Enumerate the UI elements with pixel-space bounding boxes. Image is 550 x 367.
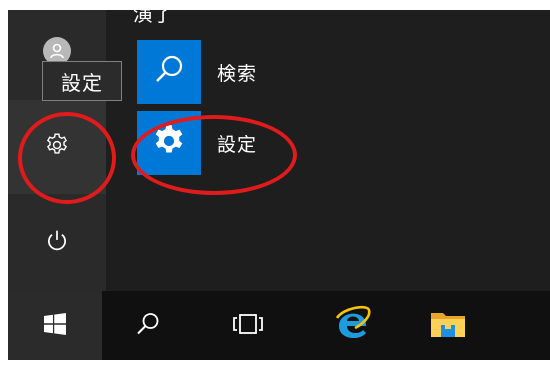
- power-icon: [44, 228, 70, 258]
- task-view-icon: [231, 312, 265, 340]
- search-tile: [137, 40, 201, 104]
- internet-explorer-button[interactable]: [323, 291, 383, 360]
- search-icon: [151, 52, 187, 92]
- app-label-settings: 設定: [217, 133, 258, 156]
- start-menu: 演了 設定 検索 設定: [8, 10, 550, 291]
- app-label-search: 検索: [217, 62, 258, 85]
- settings-rail-button[interactable]: [8, 100, 106, 194]
- start-menu-left-rail: [8, 10, 106, 291]
- gear-icon: [150, 122, 188, 164]
- file-explorer-button[interactable]: [418, 291, 478, 360]
- task-view-button[interactable]: [216, 291, 280, 360]
- gear-icon: [44, 132, 70, 162]
- windows-logo-icon: [44, 312, 66, 339]
- settings-tooltip: 設定: [42, 61, 122, 101]
- app-list-partial-label: 演了: [133, 10, 173, 26]
- app-item-settings[interactable]: 設定: [137, 111, 437, 175]
- internet-explorer-icon: [333, 304, 373, 348]
- app-item-search[interactable]: 検索: [137, 40, 437, 104]
- taskbar-search-button[interactable]: [118, 291, 178, 360]
- taskbar: [8, 291, 550, 360]
- search-icon: [135, 311, 161, 341]
- desktop-screen: 演了 設定 検索 設定: [8, 10, 550, 360]
- power-button[interactable]: [8, 215, 106, 271]
- file-explorer-icon: [429, 308, 467, 344]
- settings-tile: [137, 111, 201, 175]
- start-button[interactable]: [8, 291, 102, 360]
